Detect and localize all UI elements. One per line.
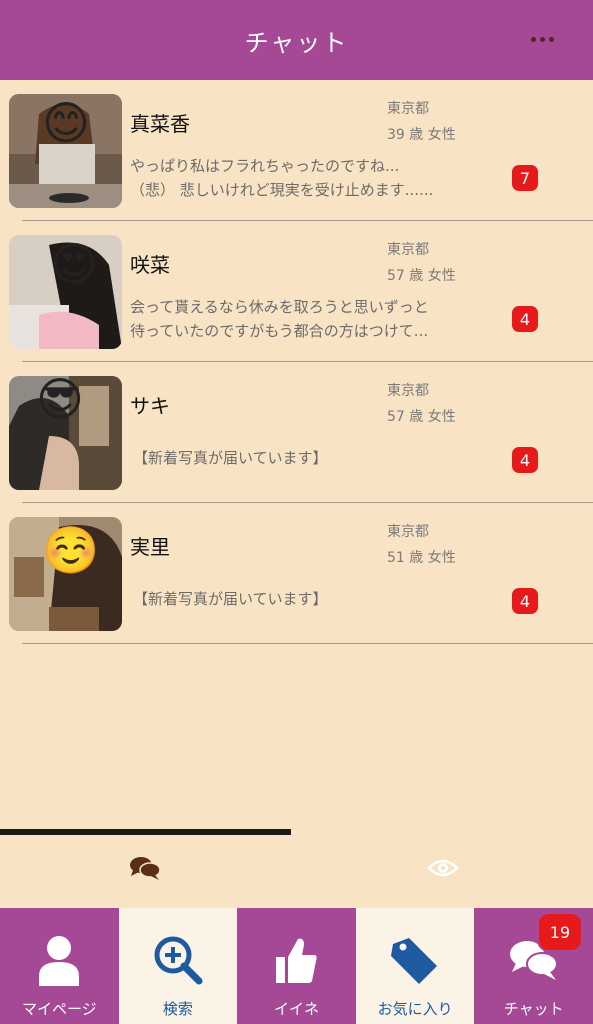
nav-like[interactable]: イイネ	[237, 908, 356, 1024]
message-line: （悲） 悲しいけれど現実を受け止めます......	[130, 181, 434, 199]
unread-total-badge: 19	[536, 912, 583, 952]
nav-label: イイネ	[273, 1000, 319, 1018]
message-line: 待っていたのですがもう都合の方はつけて...	[130, 322, 429, 340]
chat-row[interactable]: ☺️ 実里 東京都 51 歳 女性 【新着写真が届いています】 4	[0, 503, 593, 644]
nav-label: チャット	[503, 1000, 564, 1018]
emoji-mask: 😎	[36, 372, 84, 426]
unread-badge: 4	[512, 588, 538, 614]
chat-location: 東京都	[387, 383, 429, 399]
more-menu-button[interactable]	[527, 26, 557, 52]
unread-badge: 4	[512, 447, 538, 473]
more-dots-icon	[530, 36, 536, 42]
message-line: 会って貰えるなら休みを取ろうと思いずっと	[130, 298, 429, 316]
person-icon	[29, 932, 89, 988]
tag-icon	[385, 932, 445, 988]
page-title: チャット	[244, 28, 349, 57]
chat-row[interactable]: 😊 真菜香 東京都 39 歳 女性 やっぱり私はフラれちゃったのですね... （…	[0, 80, 593, 221]
more-dot	[539, 36, 545, 42]
chat-name: 実里	[130, 535, 170, 559]
chat-message-preview: 【新着写真が届いています】	[133, 587, 495, 611]
message-line: 【新着写真が届いています】	[133, 449, 328, 467]
chat-age-gender: 57 歳 女性	[387, 409, 456, 425]
tab-footprints[interactable]	[423, 850, 463, 886]
nav-label: お気に入り	[377, 1000, 453, 1018]
message-line: 【新着写真が届いています】	[133, 590, 328, 608]
search-icon	[148, 932, 208, 988]
chat-message-preview: やっぱり私はフラれちゃったのですね... （悲） 悲しいけれど現実を受け止めます…	[130, 154, 492, 202]
chat-list: 😊 真菜香 東京都 39 歳 女性 やっぱり私はフラれちゃったのですね... （…	[0, 80, 593, 644]
chat-bubbles-icon	[130, 857, 161, 880]
chat-location: 東京都	[387, 524, 429, 540]
nav-chat[interactable]: チャット 19	[474, 908, 593, 1024]
tab-chat[interactable]	[125, 850, 165, 886]
eye-icon	[427, 859, 459, 877]
message-line: やっぱり私はフラれちゃったのですね...	[130, 157, 400, 175]
bottom-navigation: マイページ 検索 イイネ お気に入り チャット 19	[0, 908, 593, 1024]
chat-age-gender: 51 歳 女性	[387, 550, 456, 566]
emoji-mask: 😊	[42, 96, 90, 150]
unread-badge: 4	[512, 306, 538, 332]
more-dot	[548, 36, 554, 42]
chat-message-preview: 会って貰えるなら休みを取ろうと思いずっと 待っていたのですがもう都合の方はつけて…	[130, 295, 492, 343]
active-tab-indicator	[0, 829, 291, 835]
chat-row[interactable]: 😍 咲菜 東京都 57 歳 女性 会って貰えるなら休みを取ろうと思いずっと 待っ…	[0, 221, 593, 362]
chat-location: 東京都	[387, 101, 429, 117]
emoji-mask: ☺️	[42, 523, 100, 577]
chat-location: 東京都	[387, 242, 429, 258]
header-bar: チャット	[0, 0, 593, 80]
divider	[22, 643, 593, 644]
nav-label: 検索	[162, 1000, 193, 1018]
nav-search[interactable]: 検索	[118, 908, 238, 1024]
chat-message-preview: 【新着写真が届いています】	[133, 446, 495, 470]
nav-label: マイページ	[21, 1000, 97, 1018]
chat-name: サキ	[130, 394, 170, 418]
chat-age-gender: 57 歳 女性	[387, 268, 456, 284]
unread-badge: 7	[512, 165, 538, 191]
thumbs-up-icon	[266, 932, 326, 988]
chat-name: 咲菜	[130, 253, 170, 277]
nav-favorites[interactable]: お気に入り	[355, 908, 475, 1024]
chat-name: 真菜香	[130, 112, 190, 136]
chat-age-gender: 39 歳 女性	[387, 127, 456, 143]
nav-mypage[interactable]: マイページ	[0, 908, 119, 1024]
emoji-mask: 😍	[50, 237, 98, 291]
chat-row[interactable]: 😎 サキ 東京都 57 歳 女性 【新着写真が届いています】 4	[0, 362, 593, 503]
